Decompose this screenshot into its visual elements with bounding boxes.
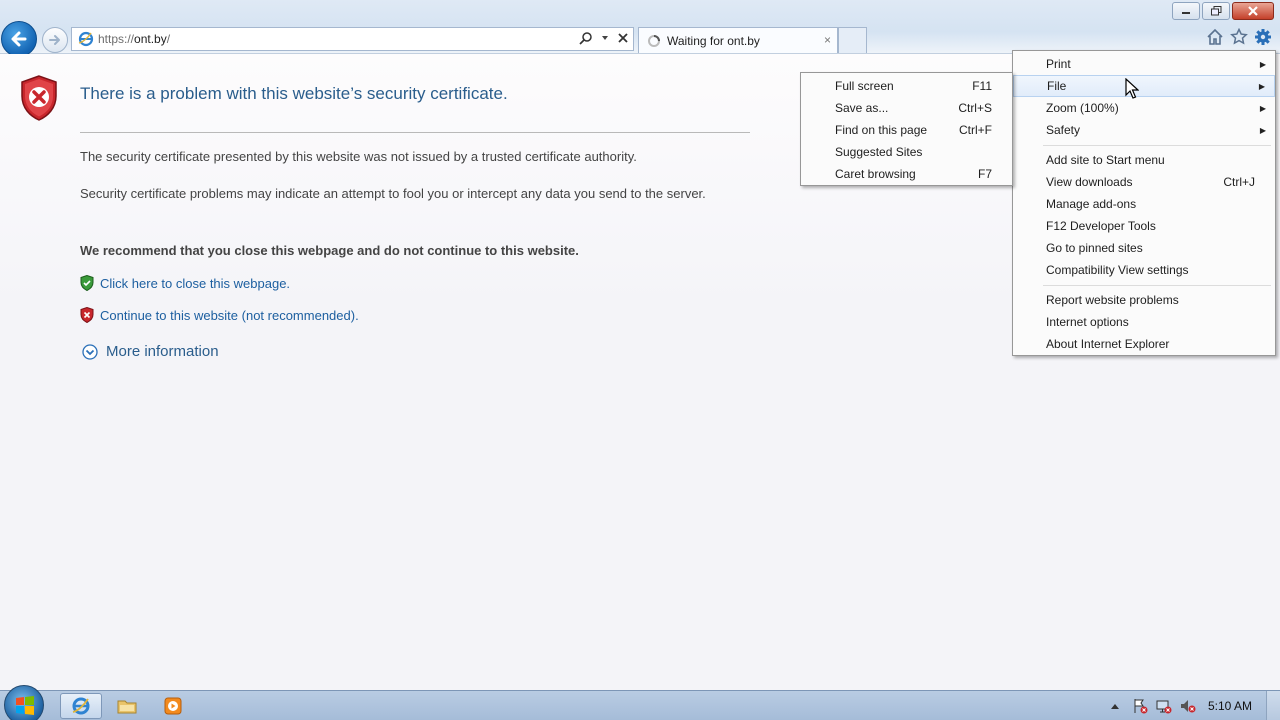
tab-title: Waiting for ont.by: [667, 33, 760, 48]
menu-item-pinned-sites[interactable]: Go to pinned sites: [1013, 237, 1275, 259]
continue-website-link[interactable]: Continue to this website (not recommende…: [80, 307, 359, 323]
show-hidden-icons-icon[interactable]: [1110, 702, 1120, 710]
forward-button[interactable]: [42, 27, 68, 53]
browser-chrome: https://ont.by / Waiting for ont.by ×: [0, 0, 1280, 57]
menu-item-save-as[interactable]: Save as... Ctrl+S: [801, 97, 1012, 119]
search-icon[interactable]: [579, 31, 593, 45]
recommendation-text: We recommend that you close this webpage…: [80, 243, 579, 258]
file-submenu: Full screen F11 Save as... Ctrl+S Find on …: [800, 72, 1013, 186]
mouse-cursor-icon: [1125, 78, 1139, 99]
menu-item-suggested-sites[interactable]: Suggested Sites: [801, 141, 1012, 163]
submenu-arrow-icon: ▶: [1259, 59, 1266, 69]
menu-item-full-screen[interactable]: Full screen F11: [801, 75, 1012, 97]
minimize-button[interactable]: [1172, 2, 1200, 20]
menu-separator: [1043, 285, 1271, 286]
forward-arrow-icon: [49, 35, 60, 45]
menu-item-add-site-to-start[interactable]: Add site to Start menu: [1013, 149, 1275, 171]
submenu-arrow-icon: ▶: [1258, 81, 1265, 91]
taskbar-explorer-button[interactable]: [110, 693, 144, 719]
close-icon: [1248, 6, 1258, 16]
page-title: There is a problem with this website’s s…: [80, 84, 508, 103]
address-path: /: [166, 32, 171, 46]
close-webpage-link[interactable]: Click here to close this webpage.: [80, 275, 290, 291]
continue-website-link-text[interactable]: Continue to this website (not recommende…: [100, 308, 359, 323]
expand-chevron-icon: [82, 343, 98, 360]
back-button[interactable]: [1, 21, 37, 57]
tab-close-button[interactable]: ×: [824, 33, 831, 47]
command-icons: [1206, 28, 1272, 46]
address-host: ont.by: [134, 32, 167, 46]
windows-logo-icon: [16, 696, 34, 715]
favorites-star-icon[interactable]: [1230, 28, 1248, 46]
address-bar[interactable]: https://ont.by /: [71, 27, 634, 51]
menu-item-zoom[interactable]: Zoom (100%) ▶: [1013, 97, 1275, 119]
clock[interactable]: 5:10 AM: [1208, 699, 1252, 713]
taskbar: 5:10 AM: [0, 685, 1280, 720]
ie-page-icon: [78, 31, 94, 47]
new-tab-button[interactable]: [838, 27, 867, 53]
close-window-button[interactable]: [1232, 2, 1274, 20]
description-paragraph: The security certificate presented by th…: [80, 149, 637, 164]
menu-item-compatibility-view[interactable]: Compatibility View settings: [1013, 259, 1275, 281]
taskbar-ie-button[interactable]: [60, 693, 102, 719]
menu-item-f12-developer-tools[interactable]: F12 Developer Tools: [1013, 215, 1275, 237]
internet-explorer-icon: [72, 697, 90, 715]
more-information-text[interactable]: More information: [106, 343, 219, 360]
menu-separator: [1043, 145, 1271, 146]
menu-item-manage-add-ons[interactable]: Manage add-ons: [1013, 193, 1275, 215]
home-icon[interactable]: [1206, 28, 1224, 46]
dropdown-arrow-icon[interactable]: [601, 34, 609, 42]
minimize-icon: [1182, 12, 1190, 14]
menu-item-about-ie[interactable]: About Internet Explorer: [1013, 333, 1275, 355]
menu-item-caret-browsing[interactable]: Caret browsing F7: [801, 163, 1012, 185]
volume-muted-icon[interactable]: [1180, 698, 1196, 714]
tab-active[interactable]: Waiting for ont.by ×: [638, 27, 838, 53]
menu-item-view-downloads[interactable]: View downloads Ctrl+J: [1013, 171, 1275, 193]
divider: [80, 132, 750, 133]
loading-spinner-icon: [648, 34, 660, 47]
show-desktop-button[interactable]: [1266, 691, 1280, 720]
menu-item-internet-options[interactable]: Internet options: [1013, 311, 1275, 333]
menu-item-file[interactable]: File ▶: [1013, 75, 1275, 97]
submenu-arrow-icon: ▶: [1259, 125, 1266, 135]
window-controls: [1172, 2, 1274, 20]
taskbar-media-player-button[interactable]: [156, 693, 190, 719]
action-center-flag-icon[interactable]: [1132, 698, 1148, 714]
red-shield-x-icon: [80, 307, 94, 323]
warning-paragraph: Security certificate problems may indica…: [80, 186, 706, 201]
green-shield-check-icon: [80, 275, 94, 291]
menu-item-report-problems[interactable]: Report website problems: [1013, 289, 1275, 311]
start-button[interactable]: [4, 685, 44, 720]
stop-icon[interactable]: [617, 32, 629, 44]
submenu-arrow-icon: ▶: [1259, 103, 1266, 113]
media-player-icon: [164, 697, 182, 715]
more-information-toggle[interactable]: More information: [82, 343, 219, 360]
restore-button[interactable]: [1202, 2, 1230, 20]
menu-item-safety[interactable]: Safety ▶: [1013, 119, 1275, 141]
close-webpage-link-text[interactable]: Click here to close this webpage.: [100, 276, 290, 291]
menu-item-find-on-page[interactable]: Find on this page Ctrl+F: [801, 119, 1012, 141]
back-arrow-icon: [11, 31, 27, 47]
folder-icon: [117, 700, 137, 714]
network-icon[interactable]: [1156, 698, 1172, 714]
security-shield-error-icon: [21, 75, 57, 121]
menu-item-print[interactable]: Print ▶: [1013, 53, 1275, 75]
tools-menu: Print ▶ File ▶ Zoom (100%) ▶ Safety ▶ Add si…: [1012, 50, 1276, 356]
restore-icon: [1210, 6, 1221, 16]
system-tray: 5:10 AM: [1110, 691, 1280, 720]
gear-icon[interactable]: [1254, 28, 1272, 46]
address-scheme: https://: [98, 32, 135, 46]
